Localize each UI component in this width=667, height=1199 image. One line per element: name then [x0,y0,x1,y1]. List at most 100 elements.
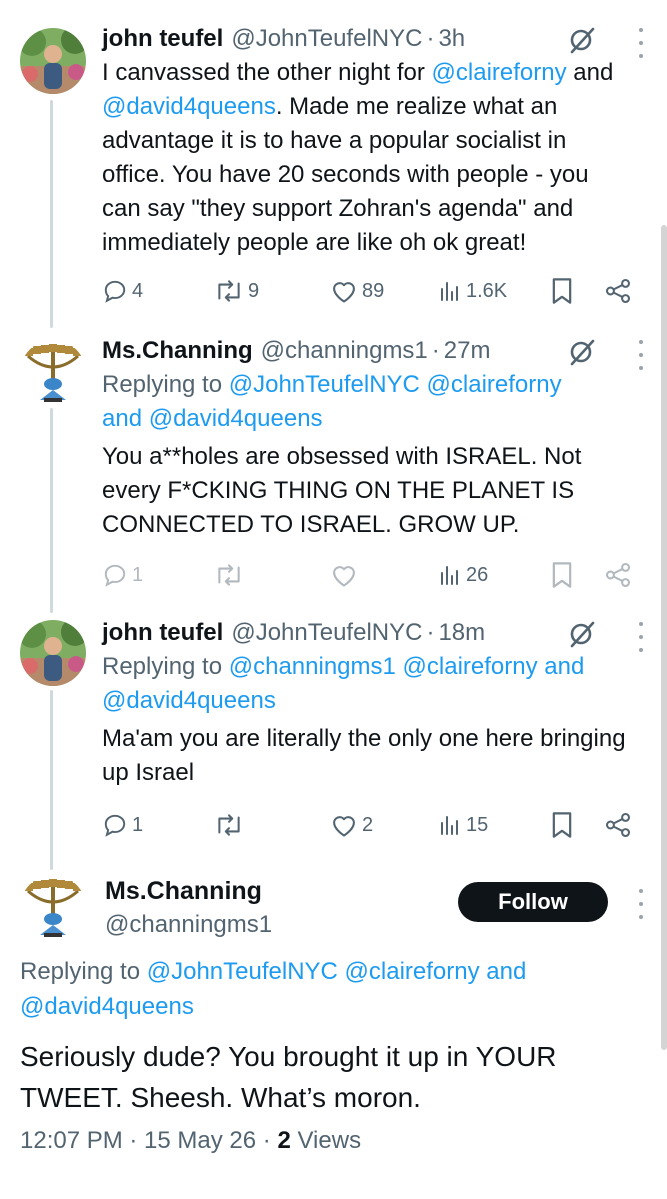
views-count: 1.6K [466,279,508,302]
replying-to: Replying to @channingms1 @claireforny an… [102,650,627,718]
tweet[interactable]: john teufel @JohnTeufelNYC · 18m Replyin… [0,605,667,860]
views-count: 2 [277,1127,291,1154]
mention-link[interactable]: and [486,958,526,985]
heart-icon [333,816,355,837]
replying-label: Replying to [20,958,147,985]
mention-link[interactable]: @claireforny [432,59,567,86]
mention-link[interactable]: and [544,653,584,680]
repost-count: 9 [248,279,260,302]
views-icon [441,816,458,835]
tweet-header: john teufel @JohnTeufelNYC · 3h [102,22,627,56]
tweet-text: Ma'am you are literally the only one her… [102,725,626,786]
reply-button[interactable]: 1 [102,805,143,845]
views-count: 15 [466,813,489,836]
tweet-text: You a**holes are obsessed with ISRAEL. N… [102,443,582,538]
author-handle[interactable]: @JohnTeufelNYC [231,22,422,56]
reply-count: 1 [132,813,144,836]
tweet[interactable]: Ms.Channing @channingms1 · 27m Replying … [0,320,667,605]
grok-icon[interactable] [567,337,597,367]
repost-button[interactable]: 9 [214,271,259,311]
avatar[interactable] [20,28,86,94]
tweet-time[interactable]: 27m [444,334,491,368]
tweet-header: Ms.Channing @channingms1 · 27m [102,334,627,368]
reply-icon [104,280,126,303]
replying-to: Replying to @JohnTeufelNYC @claireforny … [20,954,627,1024]
reply-icon [104,814,126,837]
replying-label: Replying to [102,371,229,398]
more-options-icon[interactable] [635,28,647,58]
author-handle[interactable]: @channingms1 [261,334,428,368]
tweet-meta: 12:07 PM · 15 May 26 · 2 Views [20,1124,361,1158]
mention-link[interactable]: @david4queens [20,993,194,1020]
mention-link[interactable]: @claireforny [427,371,562,398]
repost-button[interactable] [214,805,244,845]
more-options-icon[interactable] [635,889,647,919]
avatar[interactable] [20,875,86,941]
more-options-icon[interactable] [635,622,647,652]
avatar[interactable] [20,340,86,406]
reply-button[interactable]: 4 [102,271,143,311]
reply-count: 4 [132,279,144,302]
mention-link[interactable]: @JohnTeufelNYC [229,371,420,398]
replying-to: Replying to @JohnTeufelNYC @claireforny a… [102,368,627,436]
share-icon [605,278,631,304]
tweet-actions: 1 2 15 [102,805,647,845]
avatar[interactable] [20,620,86,686]
views-count: 26 [466,563,489,586]
tweet-actions-views: 26 [102,555,647,595]
views-button[interactable]: 15 [438,805,488,845]
views-label: Views [290,1127,362,1154]
tweet[interactable]: john teufel @JohnTeufelNYC · 3h I canvas… [0,0,667,320]
text-part: I canvassed the other night for [102,59,432,86]
bookmark-icon [552,278,572,304]
separator-dot: · [426,25,435,52]
share-icon [605,812,631,838]
bookmark-icon [552,812,572,838]
repost-icon [218,280,240,302]
more-options-icon[interactable] [635,340,647,370]
text-part: and [566,59,614,86]
mention-link[interactable]: @claireforny [345,958,480,985]
heart-icon [333,282,355,303]
replying-label: Replying to [102,653,229,680]
views-icon [441,566,458,585]
mention-link[interactable]: @david4queens [102,93,276,120]
separator-dot: · [431,337,440,364]
bookmark-button[interactable] [550,805,574,845]
views-icon [441,282,458,301]
mention-link[interactable]: @claireforny [403,653,538,680]
mention-link[interactable]: @david4queens [102,687,276,714]
tweet-time[interactable]: 18m [438,616,485,650]
like-count: 89 [362,279,385,302]
repost-icon [218,814,240,836]
views-button[interactable]: 1.6K [438,271,507,311]
grok-icon[interactable] [567,619,597,649]
tweet-time[interactable]: 3h [438,22,465,56]
author-handle[interactable]: @channingms1 [105,908,272,942]
mention-link[interactable]: @channingms1 [229,653,396,680]
views-button[interactable]: 26 [438,555,488,595]
grok-icon[interactable] [567,25,597,55]
tweet-text: Seriously dude? You brought it up in YOU… [20,1041,557,1113]
tweet-text: I canvassed the other night for @clairef… [102,56,627,260]
focused-tweet: Ms.Channing @channingms1 Follow Replying… [0,860,667,1199]
mention-link[interactable]: @david4queens [149,405,323,432]
bookmark-button[interactable] [550,271,574,311]
author-name[interactable]: Ms.Channing [102,334,253,368]
tweet-header: john teufel @JohnTeufelNYC · 18m [102,616,627,650]
separator-dot: · [426,619,435,646]
follow-button[interactable]: Follow [458,882,608,922]
author-name[interactable]: Ms.Channing [105,874,272,908]
like-button[interactable]: 2 [330,805,373,845]
author-name[interactable]: john teufel [102,22,223,56]
share-button[interactable] [604,805,632,845]
like-button[interactable]: 89 [330,271,384,311]
like-count: 2 [362,813,374,836]
share-button[interactable] [604,271,632,311]
timestamp[interactable]: 12:07 PM · 15 May 26 · [20,1127,277,1154]
mention-link[interactable]: and [102,405,142,432]
author-name[interactable]: john teufel [102,616,223,650]
author-handle[interactable]: @JohnTeufelNYC [231,616,422,650]
tweet-actions: 4 9 89 1.6K [102,271,647,311]
mention-link[interactable]: @JohnTeufelNYC [147,958,338,985]
